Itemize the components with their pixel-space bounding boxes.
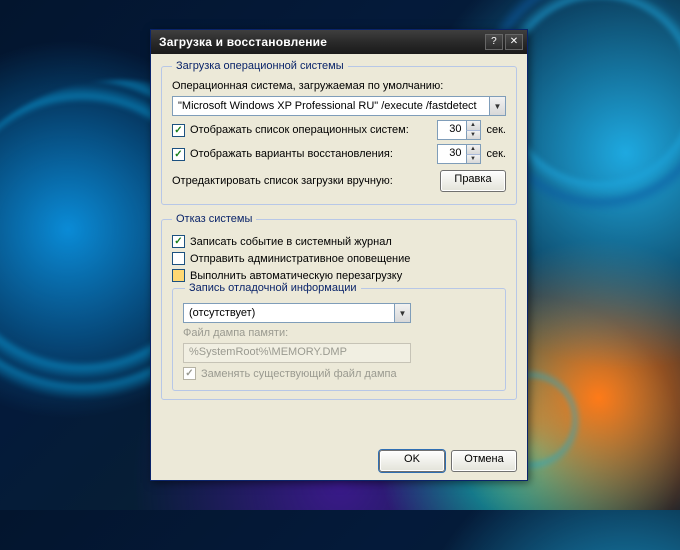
spinner-down-icon[interactable]: ▼ <box>466 154 480 164</box>
send-admin-alert-checkbox[interactable] <box>172 252 185 265</box>
write-event-checkbox[interactable]: ✓ <box>172 235 185 248</box>
edit-manual-label: Отредактировать список загрузки вручную: <box>172 175 440 187</box>
help-button[interactable]: ? <box>485 34 503 50</box>
startup-group: Загрузка операционной системы Операционн… <box>161 60 517 205</box>
seconds-suffix-1: сек. <box>487 124 507 136</box>
overwrite-dump-label: Заменять существующий файл дампа <box>201 368 397 380</box>
os-list-seconds-spinner[interactable]: 30 ▲ ▼ <box>437 120 481 140</box>
recovery-seconds-spinner[interactable]: 30 ▲ ▼ <box>437 144 481 164</box>
auto-restart-checkbox[interactable] <box>172 269 185 282</box>
chevron-down-icon[interactable]: ▼ <box>489 97 505 115</box>
close-button[interactable]: ✕ <box>505 34 523 50</box>
show-recovery-checkbox[interactable]: ✓ <box>172 148 185 161</box>
titlebar[interactable]: Загрузка и восстановление ? ✕ <box>151 30 527 54</box>
failure-legend: Отказ системы <box>172 213 256 225</box>
failure-group: Отказ системы ✓ Записать событие в систе… <box>161 213 517 400</box>
debug-legend: Запись отладочной информации <box>185 282 361 294</box>
dump-file-label: Файл дампа памяти: <box>183 327 288 339</box>
default-os-label: Операционная система, загружаемая по умо… <box>172 80 443 92</box>
spinner-up-icon[interactable]: ▲ <box>466 121 480 130</box>
dialog-content: Загрузка операционной системы Операционн… <box>151 54 527 442</box>
send-admin-alert-label: Отправить административное оповещение <box>190 253 410 265</box>
show-os-list-label: Отображать список операционных систем: <box>190 124 431 136</box>
os-list-seconds-value: 30 <box>438 121 466 139</box>
debug-type-combobox[interactable]: (отсутствует) ▼ <box>183 303 411 323</box>
startup-legend: Загрузка операционной системы <box>172 60 348 72</box>
dialog-footer: OK Отмена <box>151 442 527 480</box>
default-os-value: "Microsoft Windows XP Professional RU" /… <box>173 100 489 112</box>
show-os-list-checkbox[interactable]: ✓ <box>172 124 185 137</box>
dump-file-input: %SystemRoot%\MEMORY.DMP <box>183 343 411 363</box>
auto-restart-label: Выполнить автоматическую перезагрузку <box>190 270 402 282</box>
startup-recovery-dialog: Загрузка и восстановление ? ✕ Загрузка о… <box>150 29 528 481</box>
show-recovery-label: Отображать варианты восстановления: <box>190 148 431 160</box>
spinner-down-icon[interactable]: ▼ <box>466 130 480 140</box>
cancel-button[interactable]: Отмена <box>451 450 517 472</box>
recovery-seconds-value: 30 <box>438 145 466 163</box>
ok-button[interactable]: OK <box>379 450 445 472</box>
chevron-down-icon[interactable]: ▼ <box>394 304 410 322</box>
seconds-suffix-2: сек. <box>487 148 507 160</box>
window-title: Загрузка и восстановление <box>159 35 483 49</box>
debug-type-value: (отсутствует) <box>184 307 394 319</box>
spinner-up-icon[interactable]: ▲ <box>466 145 480 154</box>
write-event-label: Записать событие в системный журнал <box>190 236 392 248</box>
default-os-combobox[interactable]: "Microsoft Windows XP Professional RU" /… <box>172 96 506 116</box>
overwrite-dump-checkbox: ✓ <box>183 367 196 380</box>
edit-button[interactable]: Правка <box>440 170 506 192</box>
debug-info-group: Запись отладочной информации (отсутствуе… <box>172 288 506 391</box>
